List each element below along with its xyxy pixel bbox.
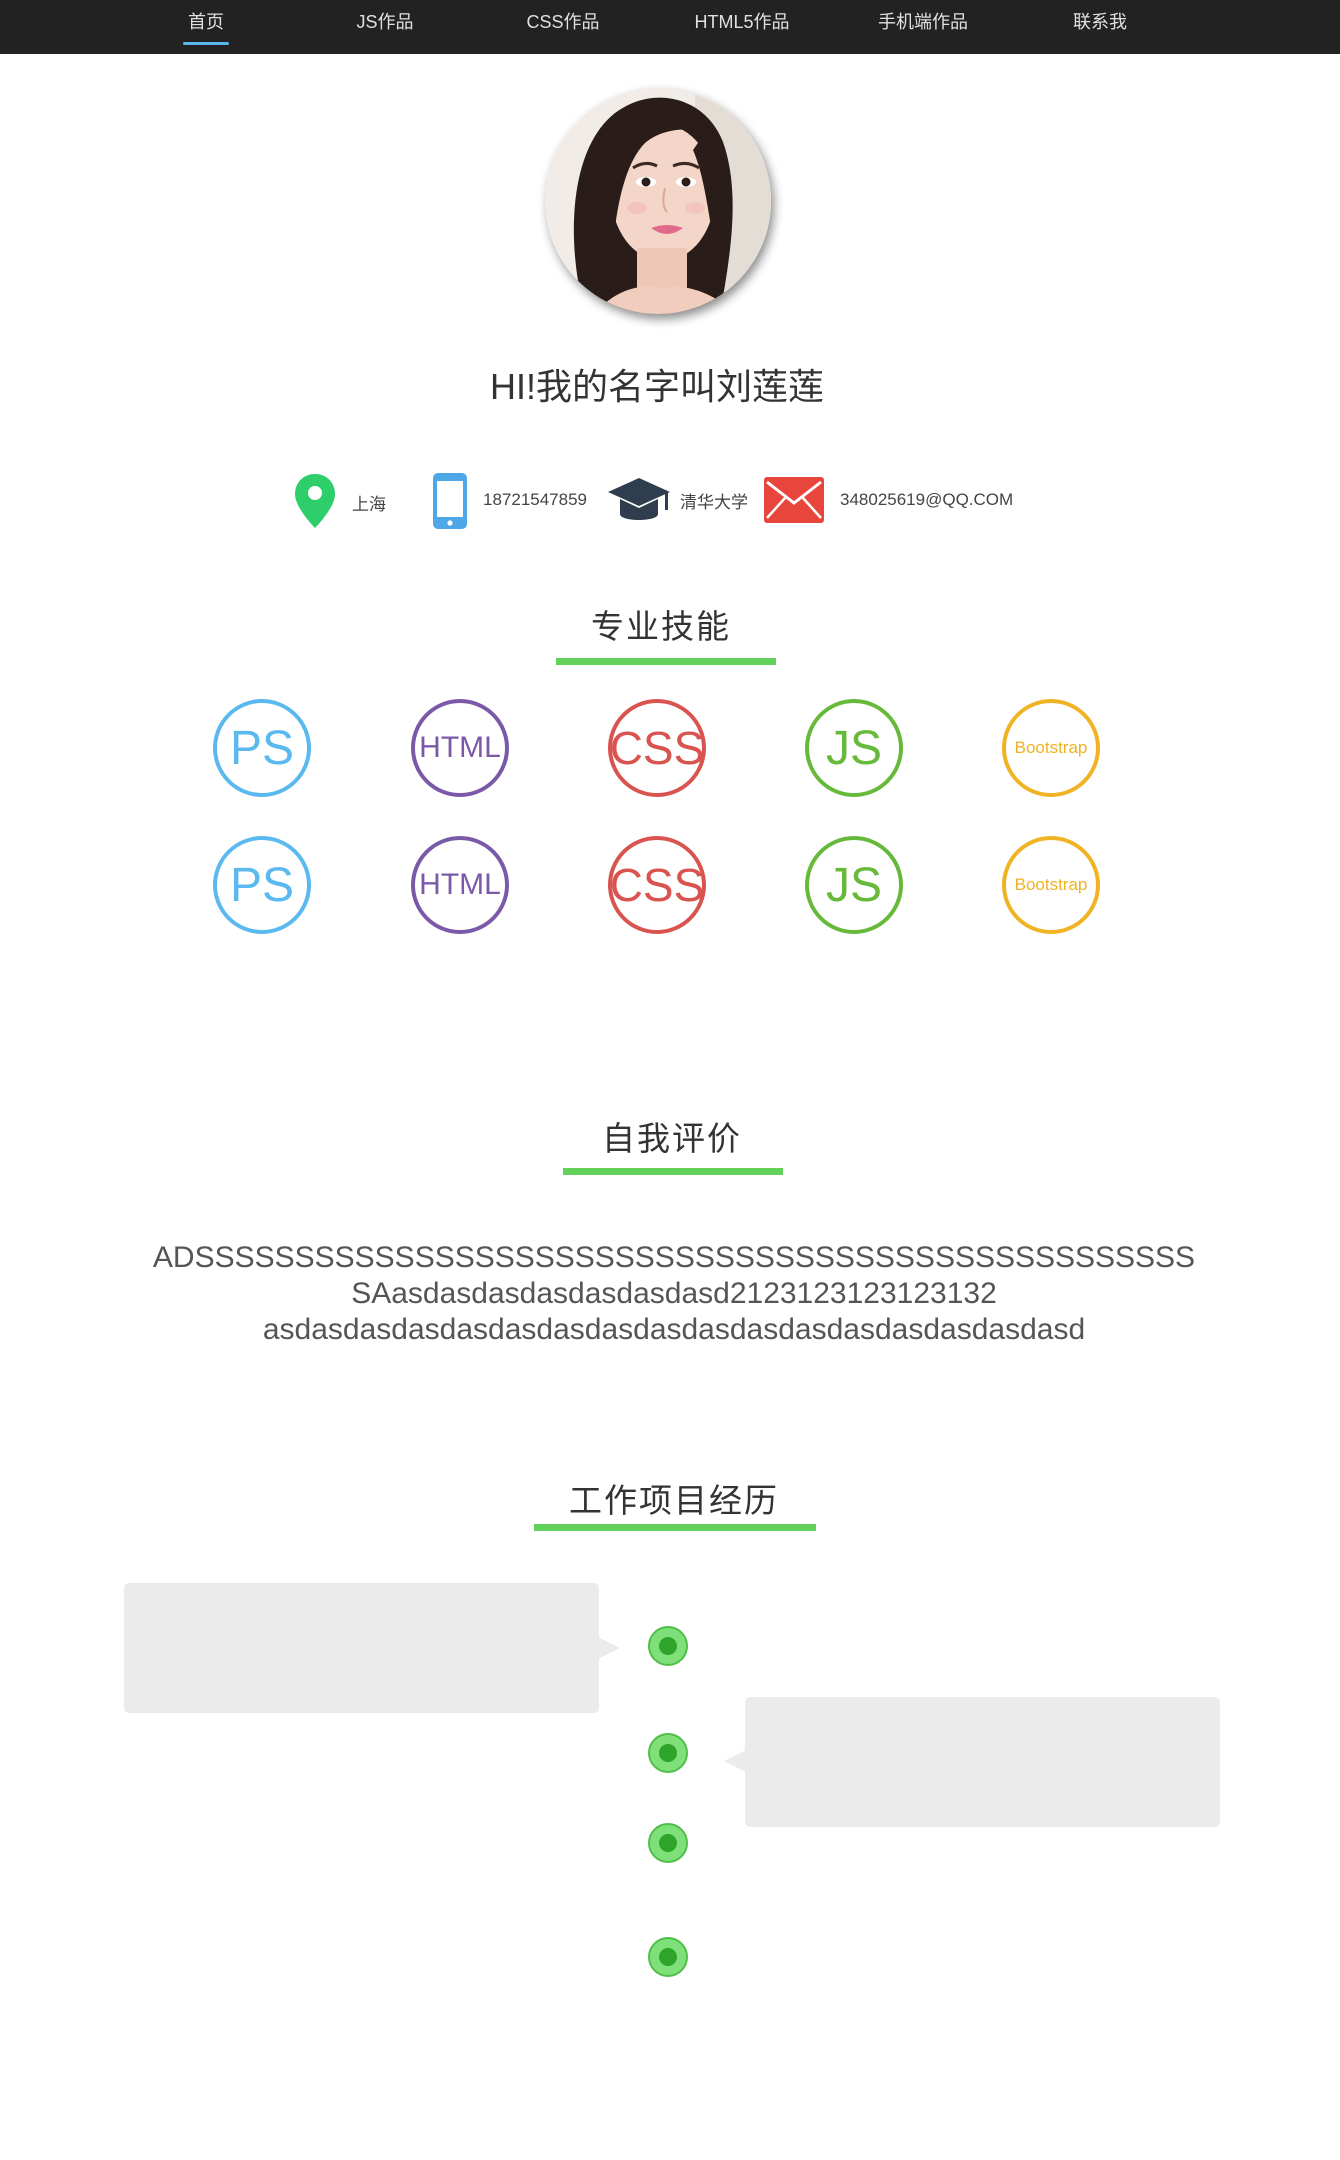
timeline-dot — [648, 1823, 688, 1863]
eval-section-title: 自我评价 — [602, 1120, 742, 1157]
timeline-card-1-pointer — [598, 1637, 620, 1659]
location-text: 上海 — [352, 495, 386, 514]
avatar — [545, 88, 771, 314]
skill-badge-html: HTML — [411, 836, 509, 934]
eval-line: asdasdasdasdasdasdasdasdasdasdasdasdasda… — [262, 1313, 1086, 1346]
location-pin-icon — [295, 474, 335, 528]
work-section-title: 工作项目经历 — [569, 1482, 779, 1519]
skill-badge-css: CSS — [608, 836, 706, 934]
nav-item-mobile-works[interactable]: 手机端作品 — [878, 0, 968, 54]
nav-item-js-works[interactable]: JS作品 — [356, 0, 413, 54]
email-text[interactable]: 348025619@QQ.COM — [840, 490, 1013, 510]
eval-line: SAasdasdasdasdasdasdasd2123123123123132 — [351, 1277, 997, 1310]
top-nav: 首页 JS作品 CSS作品 HTML5作品 手机端作品 联系我 — [0, 0, 1340, 54]
skill-badge-js: JS — [805, 699, 903, 797]
nav-item-home[interactable]: 首页 — [183, 0, 229, 54]
profile-name: HI!我的名字叫刘莲莲 — [489, 366, 824, 407]
skill-label: PS — [229, 858, 295, 912]
skill-label: CSS — [609, 722, 705, 774]
skill-label: HTML — [419, 731, 501, 764]
skill-badge-js: JS — [805, 836, 903, 934]
nav-item-html5-works[interactable]: HTML5作品 — [694, 0, 789, 54]
timeline-card-1 — [124, 1583, 599, 1713]
skill-label: Bootstrap — [1014, 875, 1088, 894]
graduation-cap-icon — [608, 478, 670, 520]
timeline-card-2 — [745, 1697, 1220, 1827]
nav-item-css-works[interactable]: CSS作品 — [526, 0, 599, 54]
timeline-dot — [648, 1626, 688, 1666]
skill-badge-ps: PS — [213, 699, 311, 797]
skill-label: JS — [825, 858, 882, 912]
eval-title-underline — [563, 1168, 783, 1175]
work-title-underline — [534, 1524, 816, 1531]
skill-badge-css: CSS — [608, 699, 706, 797]
skill-badge-bootstrap: Bootstrap — [1002, 699, 1100, 797]
skill-label: HTML — [419, 868, 501, 901]
skill-badge-ps: PS — [213, 836, 311, 934]
resume-page: 首页 JS作品 CSS作品 HTML5作品 手机端作品 联系我 HI!我的名字叫… — [0, 0, 1340, 2160]
skills-section-title: 专业技能 — [591, 608, 731, 645]
mobile-phone-icon — [433, 473, 467, 529]
skill-label: PS — [229, 721, 295, 775]
timeline-card-2-pointer — [724, 1750, 746, 1772]
phone-text: 18721547859 — [483, 490, 588, 509]
school-text: 清华大学 — [680, 493, 748, 512]
timeline-dot — [648, 1733, 688, 1773]
skill-badge-bootstrap: Bootstrap — [1002, 836, 1100, 934]
self-evaluation-text: ADSSSSSSSSSSSSSSSSSSSSSSSSSSSSSSSSSSSSSS… — [0, 1240, 1340, 1348]
skill-badge-html: HTML — [411, 699, 509, 797]
avatar-portrait-image — [545, 88, 771, 314]
skill-label: Bootstrap — [1014, 738, 1088, 757]
eval-line: ADSSSSSSSSSSSSSSSSSSSSSSSSSSSSSSSSSSSSSS… — [152, 1241, 1196, 1274]
nav-item-contact[interactable]: 联系我 — [1073, 0, 1127, 54]
skill-label: JS — [825, 721, 882, 775]
email-envelope-icon — [764, 477, 824, 523]
skills-title-underline — [556, 658, 776, 665]
timeline-dot — [648, 1937, 688, 1977]
skill-label: CSS — [609, 859, 705, 911]
